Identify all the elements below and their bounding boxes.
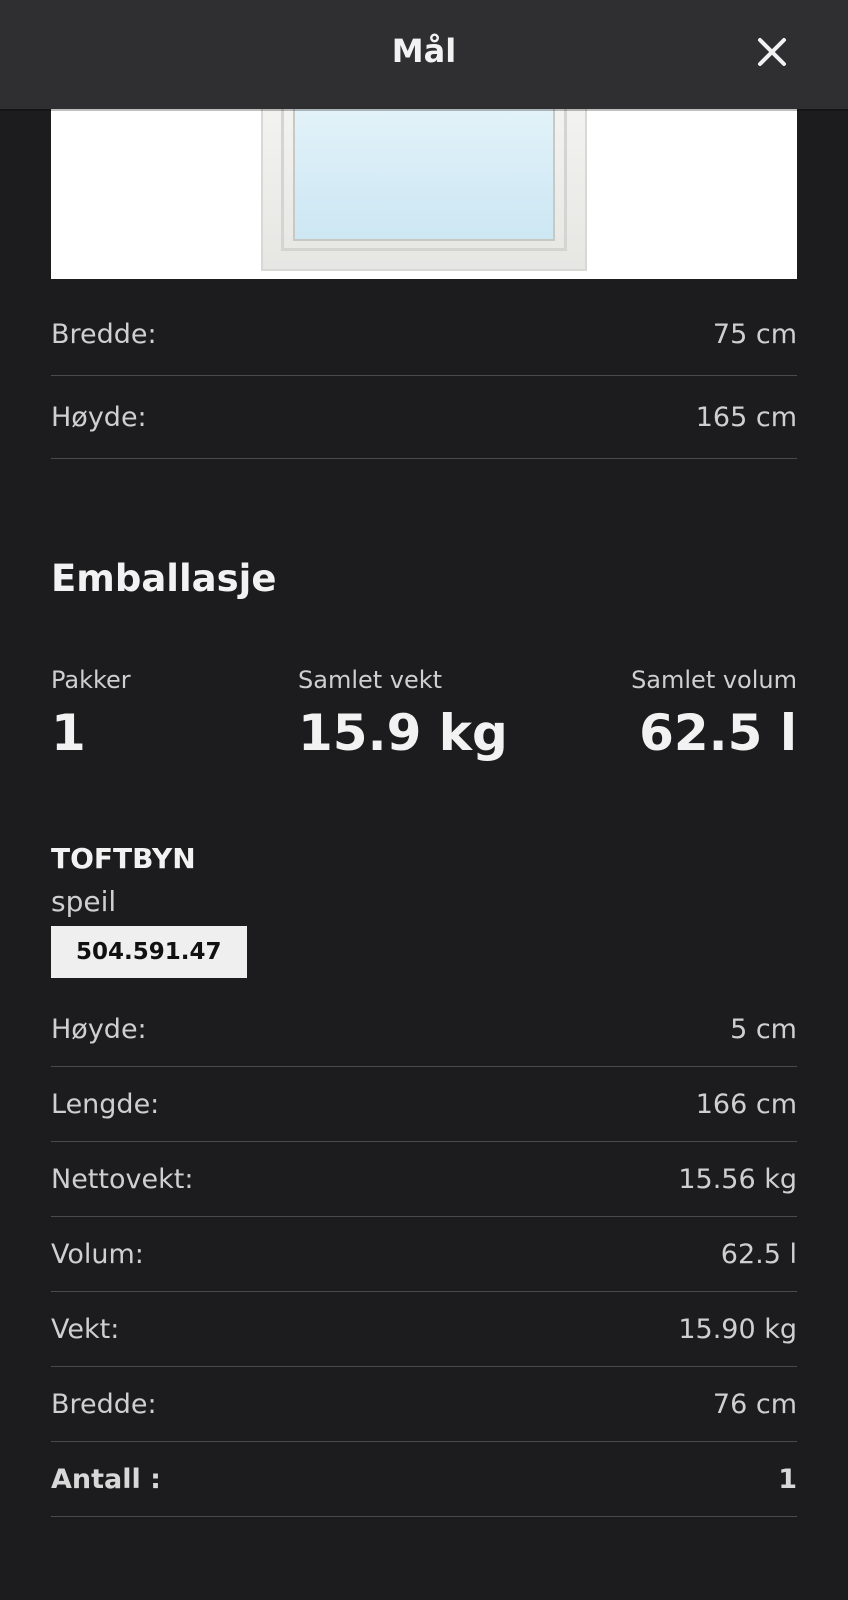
product-image [51,109,797,279]
stat-total-weight: Samlet vekt 15.9 kg [298,666,508,762]
package-row: Vekt: 15.90 kg [51,1292,797,1367]
mirror-frame [261,109,587,271]
package-value: 166 cm [695,1088,797,1120]
article-number-badge[interactable]: 504.591.47 [51,926,247,978]
dimension-row-width: Bredde: 75 cm [51,293,797,376]
stat-label: Pakker [51,666,131,694]
mirror-glass [293,109,555,241]
package-details: Høyde: 5 cm Lengde: 166 cm Nettovekt: 15… [51,992,797,1517]
package-row: Volum: 62.5 l [51,1217,797,1292]
stat-packages: Pakker 1 [51,666,131,762]
packaging-title: Emballasje [51,557,277,600]
package-value: 5 cm [730,1013,797,1045]
package-label: Bredde: [51,1388,157,1420]
package-value: 62.5 l [720,1238,797,1270]
dimension-label: Bredde: [51,318,157,350]
close-icon [758,38,786,66]
product-name: TOFTBYN [51,842,196,875]
modal-header: Mål [0,0,848,109]
package-row: Høyde: 5 cm [51,992,797,1067]
package-value: 15.56 kg [678,1163,797,1195]
stat-label: Samlet volum [631,666,797,694]
stat-total-volume: Samlet volum 62.5 l [631,666,797,762]
stat-label: Samlet vekt [298,666,443,694]
package-value: 15.90 kg [678,1313,797,1345]
modal-content: Bredde: 75 cm Høyde: 165 cm Emballasje P… [51,109,797,1517]
package-label: Volum: [51,1238,144,1270]
package-label: Lengde: [51,1088,160,1120]
package-row-quantity: Antall : 1 [51,1442,797,1517]
packaging-summary: Pakker 1 Samlet vekt 15.9 kg Samlet volu… [51,666,797,766]
package-label: Vekt: [51,1313,120,1345]
package-value: 1 [778,1463,797,1495]
dimension-value: 75 cm [712,318,797,350]
package-row: Lengde: 166 cm [51,1067,797,1142]
product-dimensions: Bredde: 75 cm Høyde: 165 cm [51,293,797,459]
modal-title: Mål [391,32,457,70]
package-label: Antall : [51,1463,161,1495]
package-row: Nettovekt: 15.56 kg [51,1142,797,1217]
package-row: Bredde: 76 cm [51,1367,797,1442]
product-type: speil [51,885,117,918]
stat-value: 1 [51,704,86,762]
package-value: 76 cm [712,1388,797,1420]
package-label: Nettovekt: [51,1163,194,1195]
package-label: Høyde: [51,1013,147,1045]
close-button[interactable] [752,32,792,72]
dimension-value: 165 cm [695,401,797,433]
stat-value: 62.5 l [639,704,797,762]
dimension-label: Høyde: [51,401,147,433]
dimension-row-height: Høyde: 165 cm [51,376,797,459]
stat-value: 15.9 kg [298,704,508,762]
